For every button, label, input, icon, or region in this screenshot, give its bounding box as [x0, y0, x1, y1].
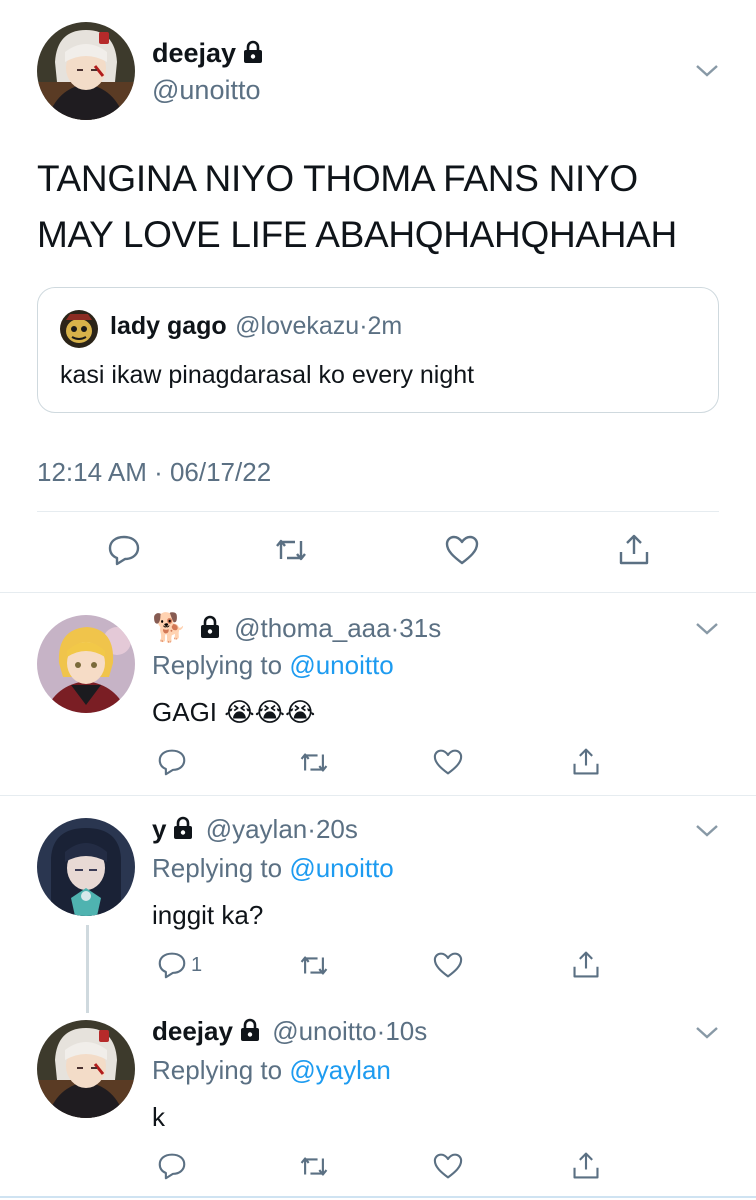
share-icon: [573, 1152, 599, 1179]
like-button[interactable]: [440, 528, 484, 572]
author-handle[interactable]: @unoitto: [272, 1016, 376, 1046]
author-name[interactable]: y: [152, 814, 166, 844]
reply-header: y @yaylan·20s: [152, 814, 358, 847]
retweet-icon: [300, 1156, 328, 1176]
author-emoji[interactable]: 🐕: [152, 612, 187, 643]
heart-icon: [445, 535, 479, 565]
replying-to: Replying to @unoitto: [152, 650, 394, 681]
retweet-button[interactable]: [292, 740, 336, 784]
reply-time[interactable]: 20s: [316, 814, 358, 844]
tweet-timestamp[interactable]: 12:14 AM · 06/17/22: [37, 457, 271, 488]
tweet-text-line: MAY LOVE LIFE ABAHQHAHQHAHAH: [37, 214, 677, 255]
heart-icon: [433, 1153, 463, 1179]
author-name-text: deejay: [152, 38, 237, 68]
quote-text: kasi ikaw pinagdarasal ko every night: [60, 361, 475, 389]
reply-icon: [158, 1153, 186, 1180]
reply-icon: [108, 535, 140, 566]
retweet-button[interactable]: [292, 1144, 336, 1188]
thread-connector: [86, 925, 89, 1013]
reply-header: 🐕 @thoma_aaa·31s: [152, 611, 441, 646]
share-button[interactable]: [564, 740, 608, 784]
retweet-icon: [300, 955, 328, 975]
mention-link[interactable]: @unoitto: [289, 853, 393, 883]
replying-to-label: Replying to: [152, 1055, 283, 1085]
tweet-text-line: TANGINA NIYO THOMA FANS NIYO: [37, 158, 638, 199]
avatar[interactable]: [37, 818, 135, 916]
share-icon: [619, 534, 649, 565]
chevron-down-icon[interactable]: [694, 620, 720, 643]
author-handle[interactable]: @yaylan: [206, 814, 308, 844]
lock-icon: [199, 615, 221, 646]
reply-icon: [158, 749, 186, 776]
like-button[interactable]: [426, 943, 470, 987]
reply-button[interactable]: [102, 528, 146, 572]
lock-icon: [242, 40, 264, 71]
reply-button[interactable]: [150, 1144, 194, 1188]
divider: [37, 511, 719, 512]
quote-author-handle: @lovekazu: [235, 312, 360, 340]
replying-to-label: Replying to: [152, 650, 283, 680]
quoted-tweet[interactable]: lady gago @lovekazu·2m kasi ikaw pinagda…: [37, 287, 719, 413]
dot-separator: ·: [359, 312, 368, 340]
replying-to-label: Replying to: [152, 853, 283, 883]
heart-icon: [433, 749, 463, 775]
share-button[interactable]: [612, 528, 656, 572]
avatar[interactable]: [37, 1020, 135, 1118]
chevron-down-icon[interactable]: [694, 1024, 720, 1047]
divider: [0, 1196, 756, 1198]
reply-time[interactable]: 31s: [399, 613, 441, 643]
author-name[interactable]: deejay: [152, 1016, 233, 1046]
like-button[interactable]: [426, 740, 470, 784]
reply-button[interactable]: [150, 740, 194, 784]
chevron-down-icon[interactable]: [694, 822, 720, 845]
share-icon: [573, 748, 599, 775]
reply-text: GAGI 😭😭😭: [152, 697, 316, 727]
chevron-down-icon[interactable]: [694, 62, 720, 85]
mention-link[interactable]: @unoitto: [289, 650, 393, 680]
author-name[interactable]: deejay: [152, 38, 264, 71]
quote-time: 2m: [367, 312, 403, 340]
lock-icon: [172, 816, 194, 847]
reply-icon: [158, 952, 186, 979]
share-button[interactable]: [564, 1144, 608, 1188]
dot-separator: ·: [390, 613, 400, 643]
reply-button[interactable]: 1: [150, 943, 210, 987]
replying-to: Replying to @yaylan: [152, 1055, 391, 1086]
divider: [0, 592, 756, 593]
reply-count: 1: [191, 953, 203, 976]
reply-header: deejay @unoitto·10s: [152, 1016, 427, 1049]
divider: [0, 795, 756, 796]
retweet-icon: [300, 752, 328, 772]
avatar[interactable]: [37, 615, 135, 713]
replying-to: Replying to @unoitto: [152, 853, 394, 884]
retweet-button[interactable]: [269, 528, 313, 572]
avatar[interactable]: [37, 22, 135, 120]
quote-author-name: lady gago: [110, 312, 227, 340]
retweet-button[interactable]: [292, 943, 336, 987]
share-icon: [573, 951, 599, 978]
reply-time[interactable]: 10s: [385, 1016, 427, 1046]
mention-link[interactable]: @yaylan: [289, 1055, 391, 1085]
share-button[interactable]: [564, 943, 608, 987]
reply-text: inggit ka?: [152, 900, 264, 930]
tweet-text: TANGINA NIYO THOMA FANS NIYO MAY LOVE LI…: [37, 154, 677, 260]
like-button[interactable]: [426, 1144, 470, 1188]
author-handle[interactable]: @unoitto: [152, 75, 260, 106]
lock-icon: [239, 1018, 261, 1049]
author-handle[interactable]: @thoma_aaa: [234, 613, 391, 643]
quote-avatar: [60, 310, 98, 348]
dot-separator: ·: [307, 814, 316, 844]
retweet-icon: [276, 539, 306, 561]
heart-icon: [433, 952, 463, 978]
reply-text: k: [152, 1102, 165, 1132]
